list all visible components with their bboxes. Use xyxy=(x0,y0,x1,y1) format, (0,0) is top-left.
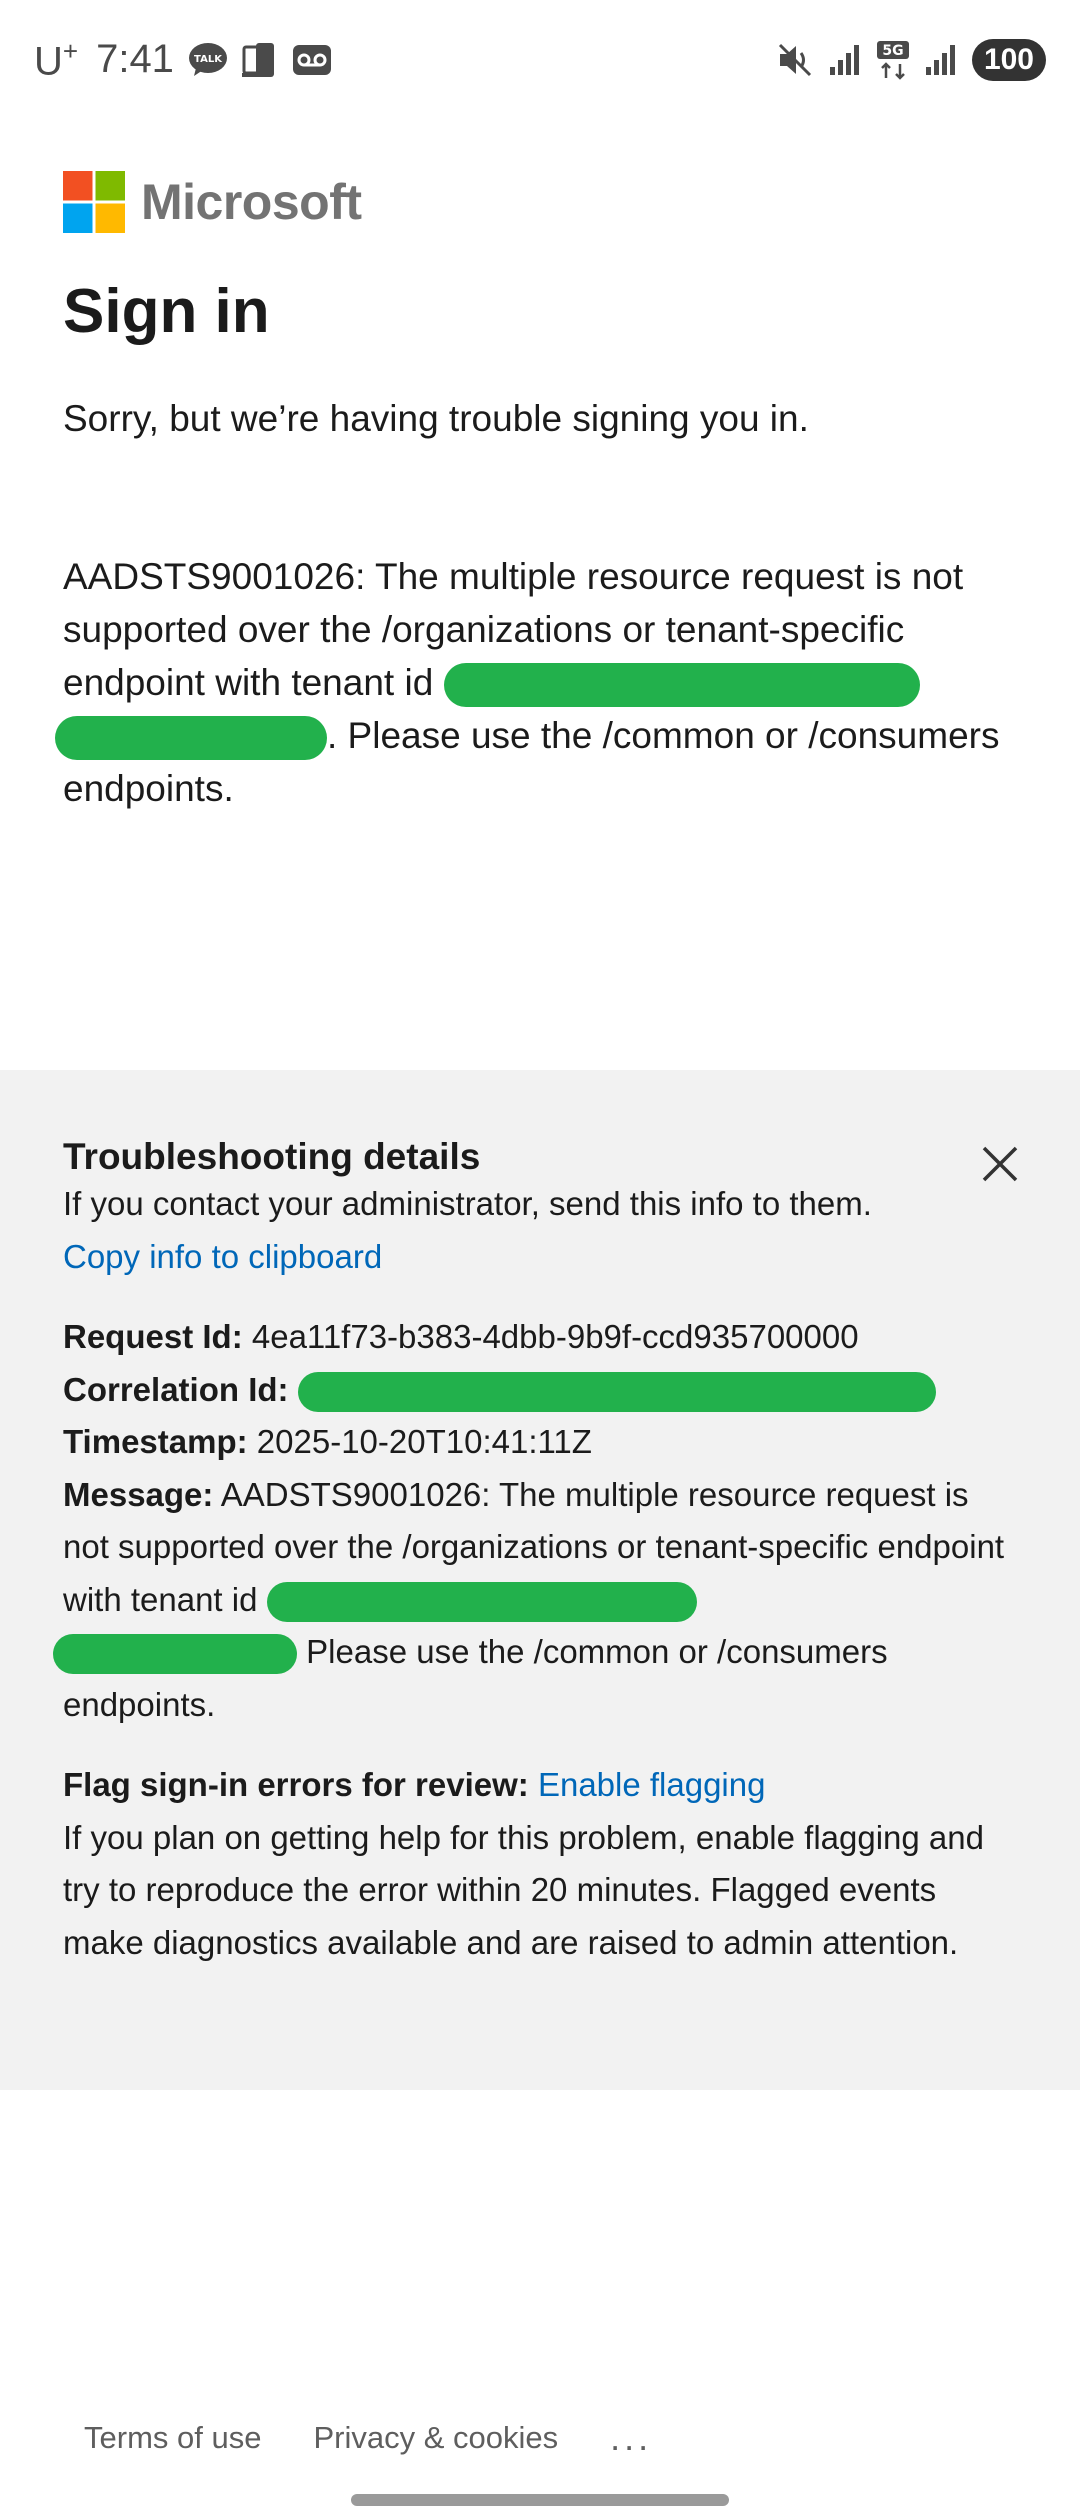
microsoft-logo-icon xyxy=(63,171,125,233)
message-label: Message: xyxy=(63,1475,214,1513)
footer: Terms of use Privacy & cookies ... xyxy=(84,2420,652,2456)
copy-info-link[interactable]: Copy info to clipboard xyxy=(63,1238,382,1275)
network-5g-label: 5G xyxy=(882,43,903,59)
troubleshooting-title: Troubleshooting details xyxy=(63,1136,481,1177)
mute-icon xyxy=(776,41,814,79)
request-id-value: 4ea11f73-b383-4dbb-9b9f-ccd935700000 xyxy=(251,1318,859,1355)
page-title: Sign in xyxy=(63,277,270,346)
home-indicator[interactable] xyxy=(351,2494,729,2506)
status-bar-left: U+ 7:41 TALK xyxy=(34,36,332,84)
correlation-id-label: Correlation Id: xyxy=(63,1370,289,1408)
microsoft-brand: Microsoft xyxy=(63,170,1023,234)
network-5g-icon: 5G xyxy=(876,40,910,80)
voicemail-icon xyxy=(292,44,332,76)
flag-row: Flag sign-in errors for review: Enable f… xyxy=(63,1759,1013,1812)
request-id-label: Request Id: xyxy=(63,1318,243,1355)
troubleshooting-panel: Troubleshooting details If you contact y… xyxy=(0,1070,1080,2090)
request-id-row: Request Id: 4ea11f73-b383-4dbb-9b9f-ccd9… xyxy=(63,1311,1013,1364)
signal-icon-2 xyxy=(924,43,958,77)
kakaotalk-icon: TALK xyxy=(188,42,228,78)
status-bar-right: 5G 100 xyxy=(776,39,1046,81)
kakaotalk-icon-label: TALK xyxy=(194,54,223,65)
enable-flagging-link[interactable]: Enable flagging xyxy=(538,1766,766,1803)
redacted-message-tenant-id-continued xyxy=(53,1634,297,1675)
page-subtitle: Sorry, but we’re having trouble signing … xyxy=(63,398,809,440)
terms-of-use-link[interactable]: Terms of use xyxy=(84,2420,261,2456)
status-clock: 7:41 xyxy=(96,37,174,82)
sign-in-content: Microsoft Sign in Sorry, but we’re havin… xyxy=(55,170,1023,815)
troubleshooting-details: Request Id: 4ea11f73-b383-4dbb-9b9f-ccd9… xyxy=(53,1311,1013,1732)
more-options-button[interactable]: ... xyxy=(610,2420,652,2456)
carrier-label: U+ xyxy=(34,35,79,84)
privacy-cookies-link[interactable]: Privacy & cookies xyxy=(313,2420,558,2456)
status-bar: U+ 7:41 TALK 5G 100 xyxy=(0,0,1080,120)
correlation-id-row: Correlation Id: xyxy=(63,1364,1013,1417)
device-notification-icon xyxy=(241,41,278,79)
timestamp-value: 2025-10-20T10:41:11Z xyxy=(256,1423,592,1460)
signal-icon xyxy=(828,43,862,77)
flag-label: Flag sign-in errors for review: xyxy=(63,1766,529,1803)
troubleshooting-intro: If you contact your administrator, send … xyxy=(63,1185,872,1222)
redacted-tenant-id xyxy=(443,663,920,708)
timestamp-label: Timestamp: xyxy=(63,1423,248,1460)
flag-description: If you plan on getting help for this pro… xyxy=(63,1818,984,1961)
timestamp-row: Timestamp: 2025-10-20T10:41:11Z xyxy=(63,1416,1013,1469)
redacted-message-tenant-id xyxy=(266,1581,697,1622)
message-row: Message: AADSTS9001026: The multiple res… xyxy=(53,1469,1013,1732)
troubleshooting-content: Troubleshooting details If you contact y… xyxy=(53,1136,1013,1969)
redacted-correlation-id xyxy=(297,1371,936,1412)
error-message: AADSTS9001026: The multiple resource req… xyxy=(55,550,1023,815)
brand-name: Microsoft xyxy=(141,174,362,230)
flag-section: Flag sign-in errors for review: Enable f… xyxy=(63,1759,1013,1969)
redacted-tenant-id-continued xyxy=(55,716,327,761)
battery-indicator: 100 xyxy=(971,39,1046,81)
